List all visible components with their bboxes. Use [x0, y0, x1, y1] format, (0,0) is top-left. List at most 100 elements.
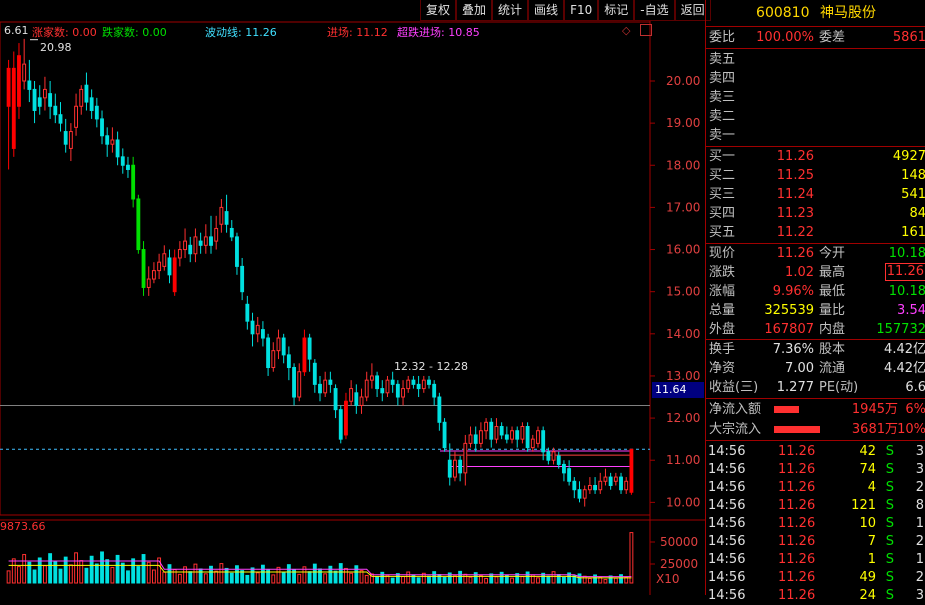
volume-tick-25000: 25000 [660, 557, 699, 571]
candle-body [546, 451, 551, 461]
stock-code: 600810 [756, 5, 810, 21]
quote-label-2: 最高 [819, 265, 846, 280]
window-toggle-icon[interactable] [640, 24, 652, 36]
diamond-icon[interactable]: ◇ [622, 24, 630, 37]
flow-amount: 3681万 [851, 422, 898, 437]
fuquan-button[interactable]: 复权 [420, 0, 457, 21]
volume-bar [74, 552, 78, 584]
candlestick-chart[interactable]: 20.00 19.00 18.00 17.00 16.00 15.00 14.00 13.00… [0, 0, 705, 595]
volume-bar [17, 566, 21, 584]
mark-button[interactable]: 标记 [598, 0, 635, 21]
volume-bar [162, 571, 167, 584]
volume-bar [494, 576, 499, 584]
candle-body [22, 63, 27, 82]
volume-bar [131, 558, 136, 584]
volume-bar [577, 573, 582, 584]
ask-label: 卖五 [709, 52, 736, 67]
tick-price: 11.26 [778, 462, 816, 477]
fundamental-row: 收益(三) 1.277 PE(动) 6.6 [706, 378, 925, 397]
volume-bar [432, 571, 437, 584]
fundamental-label: 净资 [709, 361, 736, 376]
fundamental-value-2: 6.6 [905, 380, 925, 395]
volume-bar [536, 577, 540, 584]
volume-bar [344, 567, 348, 584]
volume-bar [245, 574, 250, 584]
volume-bar [37, 557, 42, 584]
candle-body [84, 84, 89, 103]
flow-pct: 10% [897, 422, 925, 437]
tick-volume: 121 [851, 498, 876, 513]
bid-volume: 161 [901, 225, 925, 240]
weicha-label: 委差 [819, 30, 846, 45]
candle-body [193, 236, 198, 255]
quote-label-2: 内盘 [819, 322, 846, 337]
candle-body [536, 430, 540, 444]
bid-label: 买五 [709, 225, 736, 240]
volume-bar [364, 574, 369, 584]
y-tick-label: 14.00 [666, 327, 700, 341]
volume-bar [629, 532, 634, 584]
candle-body [53, 105, 58, 116]
candle-body [209, 236, 213, 246]
tick-side: S [885, 498, 894, 513]
statistics-button[interactable]: 统计 [492, 0, 529, 21]
candle-body [390, 379, 395, 385]
candle-body [260, 329, 265, 339]
stock-title: 600810 神马股份 [706, 0, 925, 27]
tick-time: 14:56 [708, 534, 746, 549]
quote-label: 涨幅 [709, 284, 736, 299]
volume-bar [375, 576, 380, 584]
tick-side: S [885, 444, 894, 459]
quote-value: 9.96% [772, 284, 814, 299]
candle-body [146, 278, 151, 288]
draw-line-button[interactable]: 画线 [528, 0, 565, 21]
candle-body [297, 371, 302, 398]
bid-row: 买三 11.24 541 [706, 185, 925, 204]
candle-body [499, 426, 504, 436]
volume-bar [22, 554, 27, 584]
flow-bar [774, 426, 820, 433]
quote-label: 涨跌 [709, 265, 736, 280]
y-tick-label: 16.00 [666, 243, 700, 257]
y-tick-label: 19.00 [666, 116, 700, 130]
candle-body [395, 383, 400, 398]
volume-bar [68, 564, 73, 584]
quote-value-2: 10.18 [888, 246, 925, 261]
candle-body [48, 93, 53, 107]
candle-body [603, 476, 608, 482]
tick-price: 11.26 [778, 534, 816, 549]
volume-value-label: 9873.66 [0, 520, 46, 533]
bid-label: 买二 [709, 168, 736, 183]
candle-body [411, 379, 416, 385]
quote-value-2: 10.18 [888, 284, 925, 299]
candle-body [582, 489, 587, 499]
candle-body [312, 362, 317, 385]
volume-scale-label: X10 [656, 572, 680, 586]
candle-body [619, 476, 623, 491]
quote-value: 1.02 [785, 265, 814, 280]
tick-count: 3 [915, 444, 924, 459]
tick-side: S [885, 588, 894, 603]
candle-body [613, 476, 618, 482]
candle-body [162, 253, 167, 267]
candle-body [198, 240, 203, 246]
candle-body [172, 257, 177, 293]
candle-body [432, 383, 437, 398]
price-top-label: 6.61 [4, 24, 29, 37]
candle-body [120, 156, 125, 166]
tick-side: S [885, 516, 894, 531]
overlay-button[interactable]: 叠加 [456, 0, 493, 21]
y-tick-label: 15.00 [666, 285, 700, 299]
volume-bar [193, 563, 198, 584]
f10-button[interactable]: F10 [564, 0, 599, 21]
y-tick-label: 20.00 [666, 74, 700, 88]
candle-body [530, 438, 535, 449]
ask-row: 卖一 [706, 126, 925, 145]
fundamental-value: 1.277 [776, 380, 814, 395]
volume-bar [312, 563, 317, 584]
candle-body [63, 131, 68, 145]
candle-body [567, 468, 572, 482]
y-tick-label: 12.00 [666, 411, 700, 425]
watchlist-button[interactable]: -自选 [634, 0, 675, 21]
candle-body [219, 206, 224, 225]
